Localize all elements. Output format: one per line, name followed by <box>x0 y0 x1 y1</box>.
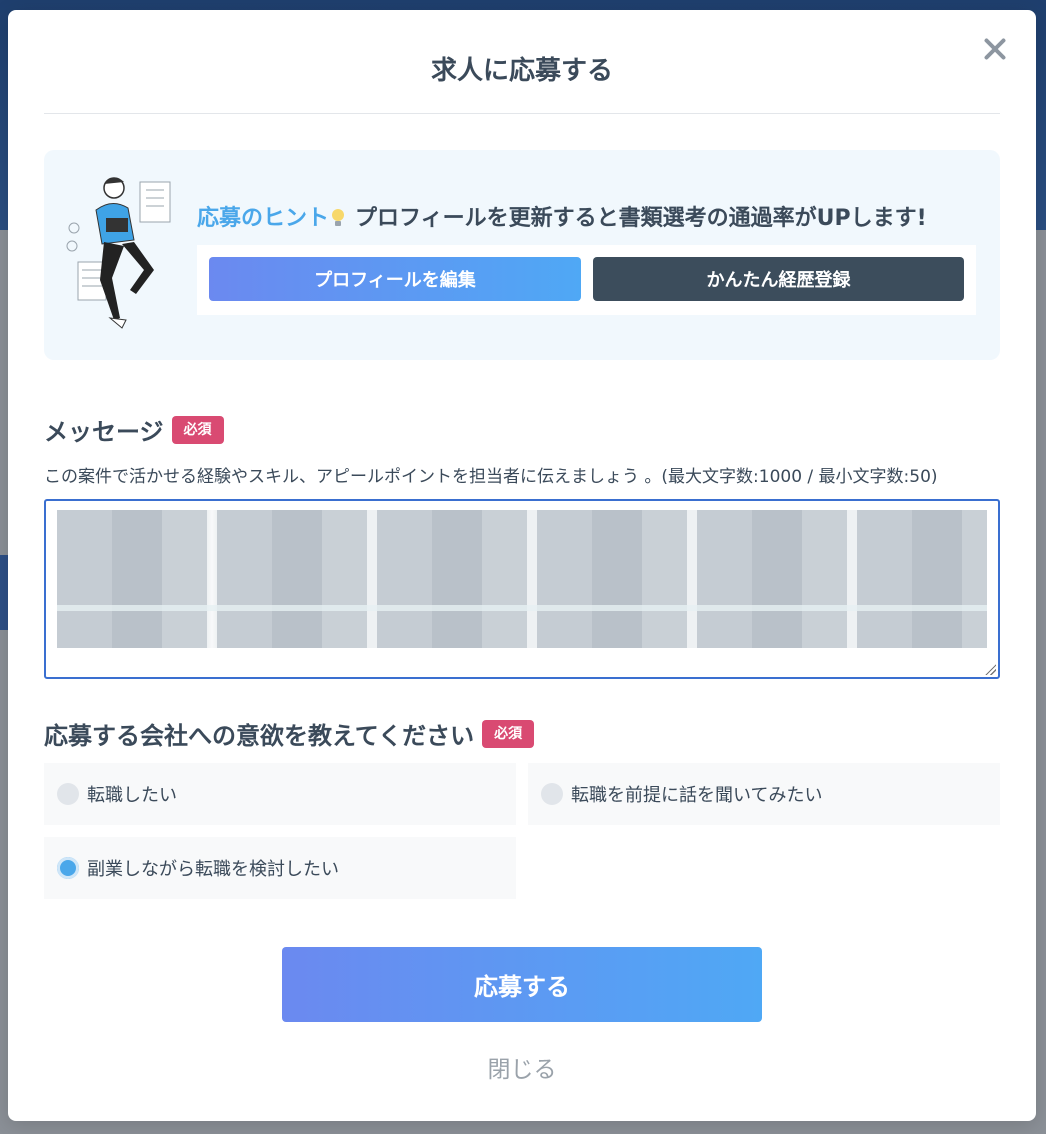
motivation-option-hear-talk[interactable]: 転職を前提に話を聞いてみたい <box>528 763 1000 825</box>
motivation-heading: 応募する会社への意欲を教えてください 必須 <box>44 716 535 751</box>
motivation-option-change-job[interactable]: 転職したい <box>44 763 516 825</box>
modal-title: 求人に応募する <box>430 56 613 86</box>
close-link[interactable]: 閉じる <box>8 1050 1036 1084</box>
apply-modal: 求人に応募する 応募のヒント プロフィールを更新すると書類選考の通過率がUPします… <box>8 10 1036 1121</box>
option-label: 転職したい <box>87 785 177 806</box>
option-label: 転職を前提に話を聞いてみたい <box>571 785 823 806</box>
motivation-option-side-job[interactable]: 副業しながら転職を検討したい <box>44 837 516 899</box>
motivation-heading-label: 応募する会社への意欲を教えてください <box>44 722 475 750</box>
hint-button-row: プロフィールを編集 かんたん経歴登録 <box>197 245 976 315</box>
required-badge: 必須 <box>482 719 535 748</box>
backdrop-strip <box>0 555 8 630</box>
option-label: 副業しながら転職を検討したい <box>87 859 339 880</box>
message-help-text: この案件で活かせる経験やスキル、アピールポイントを担当者に伝えましょう 。(最大… <box>44 467 938 487</box>
hint-text: 応募のヒント プロフィールを更新すると書類選考の通過率がUPします! <box>197 200 927 232</box>
radio-unchecked-icon[interactable] <box>57 783 79 805</box>
message-heading-label: メッセージ <box>44 418 164 446</box>
edit-profile-button[interactable]: プロフィールを編集 <box>209 257 581 301</box>
message-textarea[interactable] <box>44 499 1000 679</box>
hint-message: プロフィールを更新すると書類選考の通過率がUPします! <box>355 206 927 231</box>
radio-unchecked-icon[interactable] <box>541 783 563 805</box>
redacted-message-content <box>57 510 987 648</box>
radio-checked-icon[interactable] <box>57 857 79 879</box>
hint-label: 応募のヒント <box>197 206 330 231</box>
hint-box: 応募のヒント プロフィールを更新すると書類選考の通過率がUPします! プロフィール… <box>44 150 1000 360</box>
resize-handle-icon[interactable] <box>984 663 996 675</box>
required-badge: 必須 <box>171 415 224 444</box>
easy-resume-button[interactable]: かんたん経歴登録 <box>593 257 964 301</box>
person-illustration <box>66 177 171 329</box>
lightbulb-icon <box>331 209 345 227</box>
apply-button[interactable]: 応募する <box>282 947 762 1022</box>
message-heading: メッセージ 必須 <box>44 412 224 447</box>
title-divider <box>44 113 1000 114</box>
